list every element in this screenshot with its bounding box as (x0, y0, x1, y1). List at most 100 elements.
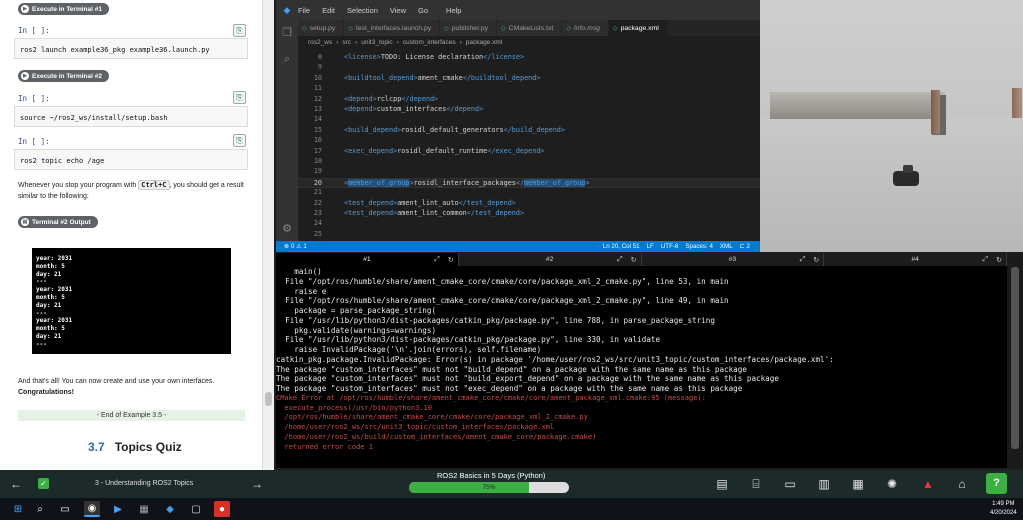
windows-start-icon[interactable]: ⊞ (10, 501, 26, 517)
copy-icon[interactable]: ⎘ (233, 24, 246, 37)
terminal-scrollbar[interactable] (1007, 253, 1023, 468)
refresh-icon[interactable]: ↻ (448, 256, 454, 264)
wall (770, 92, 945, 119)
terminal-tab-controls: ⤢ ↻ (983, 253, 1002, 266)
breadcrumb-item[interactable]: custom_interfaces (403, 39, 456, 46)
menu-go[interactable]: Go (418, 6, 428, 15)
play-icon: ▶ (21, 72, 29, 80)
scrollbar-thumb[interactable] (1011, 267, 1019, 449)
terminal-tab[interactable]: #1 ⤢ ↻ (276, 253, 459, 266)
vscode-icon[interactable]: ◆ (162, 501, 178, 517)
code-line: 18 (298, 157, 760, 167)
terminal-tab[interactable]: #4 ⤢ ↻ (824, 253, 1007, 266)
line-number: 17 (313, 146, 322, 155)
editor-tab[interactable]: ◇ publisher.py (440, 20, 498, 36)
refresh-icon[interactable]: ↻ (631, 256, 637, 264)
unit-title[interactable]: 3 - Understanding ROS2 Topics (95, 480, 193, 487)
media-app-icon[interactable]: ● (214, 501, 230, 517)
terminal-tab[interactable]: #2 ⤢ ↻ (458, 253, 642, 266)
app-window-icon[interactable]: ▢ (188, 501, 204, 517)
warning-icon[interactable]: ▲ (920, 470, 936, 498)
status-item[interactable]: UTF-8 (661, 243, 679, 250)
book-icon[interactable]: ▥ (816, 470, 832, 498)
chevron-right-icon: › (459, 39, 462, 46)
editor-tab[interactable]: ◇ package.xml (608, 20, 668, 36)
code-cell-echo[interactable]: ros2 topic echo /age (14, 149, 248, 170)
copy-icon[interactable]: ⎘ (233, 134, 246, 147)
simulation-viewport[interactable] (760, 0, 1023, 252)
execute-terminal-1-badge: ▶ Execute in Terminal #1 (18, 3, 109, 15)
terminal-tab-controls: ⤢ ↻ (800, 253, 819, 266)
scrollbar-thumb[interactable] (265, 392, 272, 406)
menu-help[interactable]: Help (446, 6, 461, 15)
chrome-icon[interactable]: ◉ (84, 501, 100, 517)
arrow-left-icon[interactable]: ← (9, 470, 23, 498)
grid-icon[interactable]: ▦ (850, 470, 866, 498)
terminal-1[interactable]: main() File "/opt/ros/humble/share/ament… (276, 266, 1007, 468)
calculator-icon[interactable]: ▦ (136, 501, 152, 517)
maximize-icon[interactable]: ⤢ (800, 256, 806, 264)
ai-assistant-icon[interactable]: ✺ (884, 470, 900, 498)
menu-view[interactable]: View (390, 6, 406, 15)
maximize-icon[interactable]: ⤢ (434, 256, 440, 264)
explorer-icon[interactable]: ❐ (280, 26, 294, 40)
task-view-icon[interactable]: ▭ (57, 501, 73, 517)
check-icon[interactable]: ✓ (38, 478, 49, 489)
menu-selection[interactable]: Selection (347, 6, 378, 15)
arrow-right-icon[interactable]: → (250, 470, 264, 498)
breadcrumb-item[interactable]: unit3_topic (361, 39, 392, 46)
file-icon: ◇ (612, 25, 618, 32)
gear-icon[interactable]: ⚙ (280, 222, 294, 236)
line-number: 22 (313, 198, 322, 207)
file-icon: ◇ (501, 25, 506, 32)
notebook-scrollbar[interactable] (262, 0, 274, 470)
search-icon[interactable]: ⌕ (280, 52, 294, 66)
code-cell-launch[interactable]: ros2 launch example36_pkg example36.laun… (14, 38, 248, 59)
code-cell-source[interactable]: source ~/ros2_ws/install/setup.bash (14, 106, 248, 127)
editor-tab[interactable]: ◇ test_interfaces.launch.py (344, 20, 441, 36)
status-item[interactable]: ⊏ 2 (740, 243, 750, 250)
status-item[interactable]: XML (720, 243, 733, 250)
status-item[interactable]: Spaces: 4 (685, 243, 713, 250)
line-code: <test_depend>ament_lint_auto</test_depen… (344, 198, 516, 207)
editor-tab[interactable]: ◇ setup.py (298, 20, 345, 36)
problems-indicator[interactable]: ⊗ 0 ⚠ 1 (276, 243, 307, 250)
maximize-icon[interactable]: ⤢ (617, 256, 623, 264)
progress-label: 75% (482, 484, 496, 491)
terminal-tab-label: #3 (728, 256, 737, 263)
monitor-icon[interactable]: ▭ (782, 470, 798, 498)
breadcrumb-item[interactable]: package.xml (466, 39, 503, 46)
status-item[interactable]: Ln 20, Col 51 (603, 243, 640, 250)
line-number: 23 (313, 209, 322, 217)
powershell-icon[interactable]: ▶ (110, 501, 126, 517)
code-line: 17 <exec_depend>rosidl_default_runtime</… (298, 147, 760, 157)
help-button[interactable]: ? (986, 473, 1007, 494)
chevron-right-icon: › (355, 39, 358, 46)
refresh-icon[interactable]: ↻ (813, 256, 819, 264)
notebook-icon[interactable]: ▤ (714, 470, 730, 498)
terminal-line: File "/opt/ros/humble/share/ament_cmake_… (276, 296, 729, 306)
editor-tab[interactable]: ◇ CMakeLists.txt (497, 20, 563, 36)
home-icon[interactable]: ⌂ (954, 470, 970, 498)
clock[interactable]: 1:49 PM 4/20/2024 (990, 500, 1017, 518)
terminal-line: package = parse_package_string( (276, 306, 437, 315)
terminal-icon[interactable]: ⌸ (748, 470, 764, 498)
code-area[interactable]: 8 <license>TODO: License declaration</lic… (298, 49, 760, 241)
menu-bar: ◆ File Edit Selection View Go Help (276, 0, 760, 20)
breadcrumb-item[interactable]: ros2_ws (308, 39, 332, 46)
breadcrumb-item[interactable]: src (342, 39, 351, 46)
menu-file[interactable]: File (298, 6, 310, 15)
maximize-icon[interactable]: ⤢ (983, 256, 989, 264)
status-bar: ⊗ 0 ⚠ 1 Ln 20, Col 51 LF UTF-8 Spaces: 4 XML… (276, 241, 760, 252)
refresh-icon[interactable]: ↻ (996, 256, 1002, 264)
breadcrumb: ros2_ws › src › unit3_topic › custom_interface… (298, 36, 760, 49)
terminal-tab[interactable]: #3 ⤢ ↻ (641, 253, 825, 266)
editor-tab[interactable]: ◇ Info.msg (562, 20, 609, 36)
editor-tab-label: test_interfaces.launch.py (355, 24, 432, 32)
copy-icon[interactable]: ⎘ (233, 91, 246, 104)
code-line: 13 <depend>custom_interfaces</depend> (298, 105, 760, 115)
status-item[interactable]: LF (647, 243, 654, 250)
editor-tabs: ◇ setup.py ◇ test_interfaces.launch.py ◇ publ… (298, 20, 760, 36)
menu-edit[interactable]: Edit (322, 6, 335, 15)
search-icon[interactable]: ⌕ (32, 501, 48, 517)
